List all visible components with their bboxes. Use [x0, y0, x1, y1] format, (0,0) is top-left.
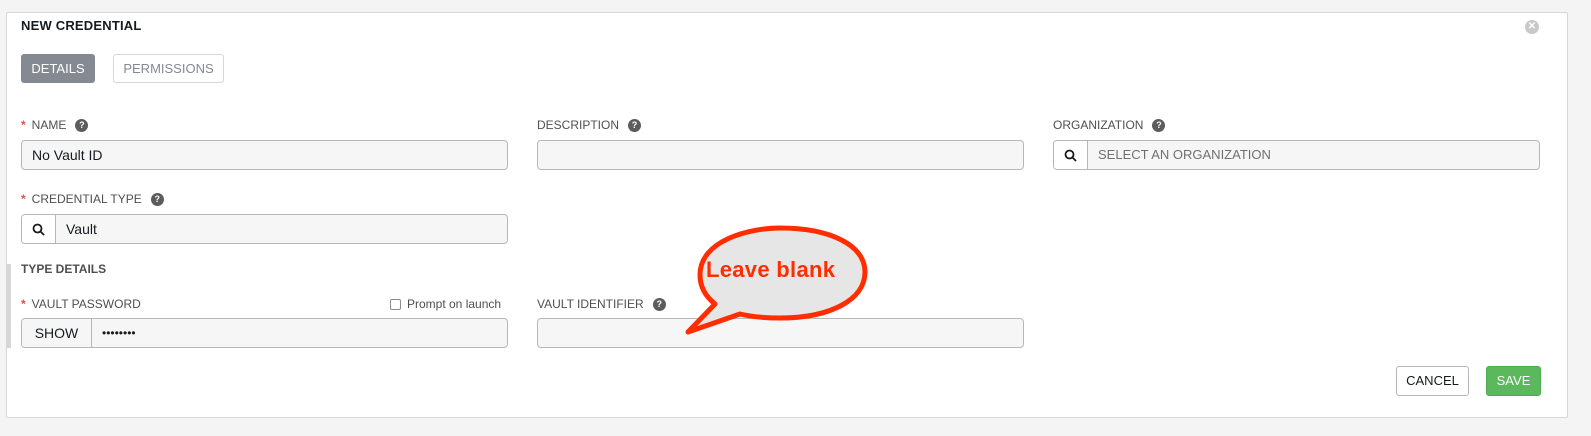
tab-permissions[interactable]: PERMISSIONS [113, 54, 224, 83]
search-button[interactable] [22, 215, 56, 243]
callout-text: Leave blank [706, 257, 836, 282]
question-circle-icon[interactable]: ? [1152, 118, 1166, 132]
show-password-button[interactable]: SHOW [22, 319, 92, 347]
name-label-row: * NAME ? [21, 118, 89, 132]
close-circle-icon[interactable]: ✕ [1525, 20, 1539, 34]
name-input[interactable]: No Vault ID [21, 140, 508, 170]
question-circle-icon[interactable]: ? [150, 192, 164, 206]
vault-identifier-label-row: VAULT IDENTIFIER ? [537, 297, 666, 311]
organization-input[interactable]: SELECT AN ORGANIZATION [1088, 141, 1539, 169]
required-mark: * [21, 118, 26, 132]
question-circle-icon[interactable]: ? [628, 118, 642, 132]
prompt-on-launch-label: Prompt on launch [407, 297, 502, 311]
search-button[interactable] [1054, 141, 1088, 169]
organization-label-row: ORGANIZATION ? [1053, 118, 1166, 132]
vault-password-label: VAULT PASSWORD [31, 297, 141, 311]
type-details-title: TYPE DETAILS [21, 262, 107, 276]
credential-type-label-row: * CREDENTIAL TYPE ? [21, 192, 164, 206]
question-circle-icon[interactable]: ? [652, 297, 666, 311]
description-input[interactable] [537, 140, 1024, 170]
search-icon [1064, 149, 1077, 162]
save-button[interactable]: SAVE [1486, 366, 1541, 396]
prompt-on-launch[interactable]: Prompt on launch [390, 297, 501, 311]
credential-type-lookup[interactable]: Vault [21, 214, 508, 244]
name-label: NAME [31, 118, 67, 132]
search-icon [32, 223, 45, 236]
organization-label: ORGANIZATION [1053, 118, 1144, 132]
description-label: DESCRIPTION [537, 118, 620, 132]
form-title: NEW CREDENTIAL [21, 18, 142, 33]
required-mark: * [21, 192, 26, 206]
vault-identifier-label: VAULT IDENTIFIER [537, 297, 644, 311]
cancel-button[interactable]: CANCEL [1396, 366, 1469, 396]
organization-lookup[interactable]: SELECT AN ORGANIZATION [1053, 140, 1540, 170]
credential-type-input[interactable]: Vault [56, 215, 507, 243]
tab-details[interactable]: DETAILS [21, 54, 95, 83]
vault-password-field[interactable]: SHOW •••••••• [21, 318, 508, 348]
credential-type-label: CREDENTIAL TYPE [31, 192, 142, 206]
description-label-row: DESCRIPTION ? [537, 118, 642, 132]
question-circle-icon[interactable]: ? [75, 118, 89, 132]
vault-password-label-row: * VAULT PASSWORD [21, 297, 141, 311]
vault-password-input[interactable]: •••••••• [92, 319, 507, 347]
prompt-on-launch-checkbox[interactable] [390, 298, 401, 310]
type-details-rail [6, 264, 11, 348]
required-mark: * [21, 297, 26, 311]
